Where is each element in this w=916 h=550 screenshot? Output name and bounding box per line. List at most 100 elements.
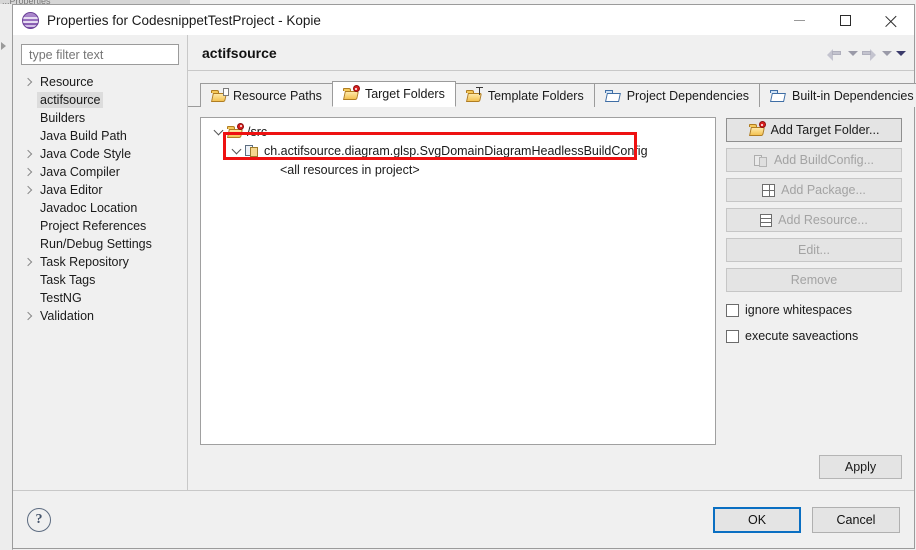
back-arrow-icon <box>827 47 842 61</box>
ignore-whitespaces-checkbox[interactable] <box>726 303 739 317</box>
forward-history-button[interactable] <box>880 46 892 60</box>
maximize-button[interactable] <box>822 5 868 35</box>
apply-row: Apply <box>188 445 914 490</box>
settings-page: actifsource Resource Paths Target Folder… <box>188 35 916 490</box>
expand-arrow-icon[interactable] <box>21 313 37 319</box>
page-header: actifsource <box>188 35 914 71</box>
button-label: Add Target Folder... <box>770 123 880 137</box>
page-title: actifsource <box>202 44 277 61</box>
tree-row-src[interactable]: /src <box>201 122 715 141</box>
page-menu-button[interactable] <box>894 46 906 60</box>
action-button-column: Add Target Folder... Add BuildConfig... … <box>726 117 902 445</box>
collapse-arrow-icon[interactable] <box>209 130 227 134</box>
collapse-arrow-icon[interactable] <box>227 149 245 153</box>
sidebar-item-label: Resource <box>40 75 94 89</box>
add-resource-button: Add Resource... <box>726 208 902 232</box>
sidebar-item-testng[interactable]: TestNG <box>13 289 187 307</box>
sidebar-item-java-editor[interactable]: Java Editor <box>13 181 187 199</box>
tree-row-label: <all resources in project> <box>280 162 420 177</box>
sidebar-item-javadoc-location[interactable]: Javadoc Location <box>13 199 187 217</box>
dialog-title: Properties for CodesnippetTestProject - … <box>47 12 321 28</box>
button-label: Edit... <box>798 243 830 257</box>
checkbox-label: ignore whitespaces <box>745 303 853 317</box>
sidebar-item-label: actifsource <box>37 92 104 108</box>
ignore-whitespaces-checkbox-row[interactable]: ignore whitespaces <box>726 300 902 320</box>
close-icon <box>885 14 898 27</box>
forward-arrow-icon <box>861 47 876 61</box>
sidebar-item-java-build-path[interactable]: Java Build Path <box>13 127 187 145</box>
buildconfig-icon <box>245 144 259 157</box>
dialog-footer: ? OK Cancel <box>13 490 914 548</box>
cancel-button[interactable]: Cancel <box>812 506 900 533</box>
back-button[interactable] <box>826 45 844 61</box>
tab-project-dependencies[interactable]: Project Dependencies <box>593 83 761 107</box>
tree-row-buildconfig[interactable]: ch.actifsource.diagram.glsp.SvgDomainDia… <box>201 141 715 160</box>
sidebar-item-label: Task Repository <box>40 255 129 269</box>
help-button[interactable]: ? <box>27 507 51 532</box>
folder-error-icon <box>748 121 766 137</box>
dialog-titlebar: Properties for CodesnippetTestProject - … <box>13 5 914 35</box>
expand-arrow-icon[interactable] <box>21 259 37 265</box>
sidebar-item-label: Validation <box>40 309 94 323</box>
tab-strip: Resource Paths Target Folders Template F… <box>188 80 916 107</box>
edit-button: Edit... <box>726 238 902 262</box>
resource-icon <box>760 213 773 227</box>
sidebar-item-label: Java Build Path <box>40 129 127 143</box>
sidebar-item-project-references[interactable]: Project References <box>13 217 187 235</box>
add-target-folder-button[interactable]: Add Target Folder... <box>726 118 902 142</box>
folder-error-icon <box>342 85 360 101</box>
execute-saveactions-checkbox[interactable] <box>726 329 739 343</box>
sidebar-item-resource[interactable]: Resource <box>13 73 187 91</box>
execute-saveactions-checkbox-row[interactable]: execute saveactions <box>726 326 902 346</box>
sidebar-item-actifsource[interactable]: actifsource <box>13 91 187 109</box>
sidebar-item-validation[interactable]: Validation <box>13 307 187 325</box>
sidebar-tree: Resource actifsource Builders Java Build… <box>13 71 187 325</box>
filter-input[interactable] <box>27 46 173 63</box>
sidebar-item-builders[interactable]: Builders <box>13 109 187 127</box>
close-button[interactable] <box>868 5 914 35</box>
sidebar-item-task-repository[interactable]: Task Repository <box>13 253 187 271</box>
expand-arrow-icon[interactable] <box>21 169 37 175</box>
button-label: Add BuildConfig... <box>773 153 875 167</box>
package-icon <box>762 183 776 197</box>
dialog-body: Resource actifsource Builders Java Build… <box>13 35 916 490</box>
checkbox-label: execute saveactions <box>745 329 859 343</box>
sidebar-item-label: Java Editor <box>40 183 103 197</box>
tree-row-label: ch.actifsource.diagram.glsp.SvgDomainDia… <box>264 143 648 158</box>
sidebar-item-label: Run/Debug Settings <box>40 237 152 251</box>
ok-button[interactable]: OK <box>713 506 801 533</box>
target-folders-tree[interactable]: /src ch.actifsource.diagram.glsp.SvgDoma… <box>200 117 716 445</box>
eclipse-sphere-icon <box>22 11 39 29</box>
add-package-button: Add Package... <box>726 178 902 202</box>
sidebar-item-run-debug-settings[interactable]: Run/Debug Settings <box>13 235 187 253</box>
sidebar-item-label: Java Compiler <box>40 165 120 179</box>
tab-label: Target Folders <box>364 87 445 101</box>
filter-box[interactable] <box>21 44 179 65</box>
tab-label: Resource Paths <box>233 88 322 103</box>
sidebar-item-label: Java Code Style <box>40 147 132 161</box>
screen: ...Properties Properties for Codesnippet… <box>0 0 916 550</box>
expand-arrow-icon[interactable] <box>21 151 37 157</box>
back-history-button[interactable] <box>846 46 858 60</box>
tab-label: Project Dependencies <box>626 88 750 103</box>
question-mark-icon: ? <box>35 511 43 527</box>
background-window-edge-marker <box>0 40 8 50</box>
apply-button[interactable]: Apply <box>819 455 902 479</box>
footer-buttons: OK Cancel <box>713 506 900 533</box>
sidebar-item-task-tags[interactable]: Task Tags <box>13 271 187 289</box>
maximize-icon <box>839 14 851 26</box>
tab-target-folders[interactable]: Target Folders <box>331 81 456 107</box>
folder-doc-icon <box>211 87 229 103</box>
expand-arrow-icon[interactable] <box>21 187 37 193</box>
expand-arrow-icon[interactable] <box>21 79 37 85</box>
folder-template-icon <box>465 86 483 103</box>
tab-template-folders[interactable]: Template Folders <box>454 83 595 107</box>
tab-builtin-dependencies[interactable]: Built-in Dependencies <box>759 83 916 107</box>
sidebar-item-label: Builders <box>40 111 86 125</box>
minimize-button[interactable] <box>776 5 822 35</box>
forward-button[interactable] <box>860 45 878 61</box>
sidebar-item-java-code-style[interactable]: Java Code Style <box>13 145 187 163</box>
tab-resource-paths[interactable]: Resource Paths <box>200 83 333 107</box>
tree-row-all-resources[interactable]: <all resources in project> <box>201 160 715 179</box>
sidebar-item-java-compiler[interactable]: Java Compiler <box>13 163 187 181</box>
